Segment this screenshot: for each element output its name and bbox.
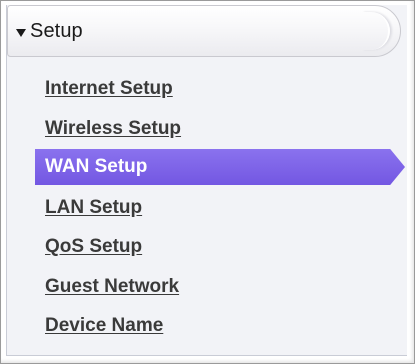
menu-item-qos-setup[interactable]: QoS Setup xyxy=(7,227,407,267)
setup-section-header[interactable]: Setup xyxy=(7,5,401,57)
menu-item-guest-network[interactable]: Guest Network xyxy=(7,267,407,307)
menu-item-label[interactable]: Device Name xyxy=(45,315,163,336)
menu-item-label[interactable]: Guest Network xyxy=(45,276,179,297)
menu-item-label[interactable]: LAN Setup xyxy=(45,197,142,218)
collapse-triangle-icon[interactable] xyxy=(16,28,26,37)
menu-item-label[interactable]: WAN Setup xyxy=(45,156,147,177)
menu-item-label[interactable]: Internet Setup xyxy=(45,78,173,99)
menu-item-device-name[interactable]: Device Name xyxy=(7,306,407,346)
menu-item-wan-setup[interactable]: WAN Setup xyxy=(35,149,405,185)
menu-item-wireless-setup[interactable]: Wireless Setup xyxy=(7,109,407,149)
setup-menu-list: Internet Setup Wireless Setup WAN Setup … xyxy=(7,69,407,346)
setup-section-title: Setup xyxy=(30,20,83,42)
menu-item-lan-setup[interactable]: LAN Setup xyxy=(7,188,407,228)
menu-item-label[interactable]: QoS Setup xyxy=(45,236,142,257)
setup-header-content: Setup xyxy=(16,20,83,43)
setup-menu-panel: Setup Internet Setup Wireless Setup WAN … xyxy=(6,5,407,356)
menu-item-internet-setup[interactable]: Internet Setup xyxy=(7,69,407,109)
menu-item-label[interactable]: Wireless Setup xyxy=(45,118,181,139)
window-frame: Setup Internet Setup Wireless Setup WAN … xyxy=(0,0,415,364)
